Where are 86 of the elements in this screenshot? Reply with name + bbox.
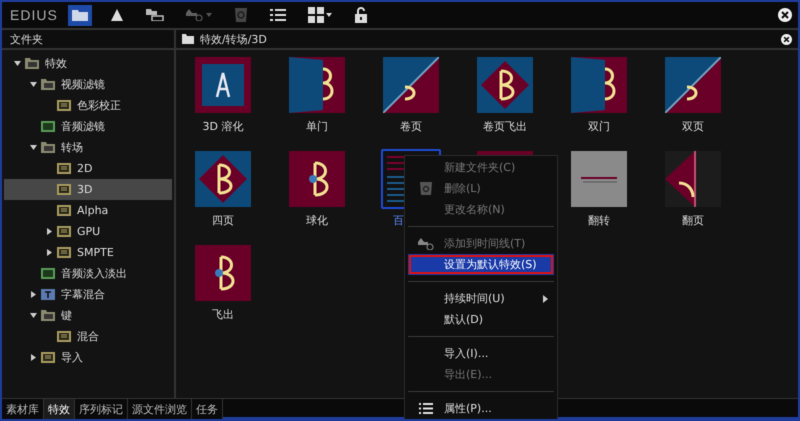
tree-item[interactable]: 字幕混合 [4, 284, 172, 305]
tree-item[interactable]: 视频滤镜 [4, 74, 172, 95]
tree-item[interactable]: SMPTE [4, 242, 172, 263]
effect-item[interactable]: 卷页 [381, 55, 441, 134]
effect-thumbnail [287, 55, 347, 115]
effect-folder-icon [57, 184, 71, 195]
effect-item[interactable]: 单门 [287, 55, 347, 134]
effect-thumbnail [663, 55, 723, 115]
menu-item[interactable]: 默认(D) [408, 309, 554, 330]
folder-network-icon [146, 9, 164, 21]
caret-icon [206, 13, 212, 17]
tab[interactable]: 特效 [44, 399, 75, 419]
pane-title: 文件夹 [10, 32, 43, 46]
tree-item[interactable]: 色彩校正 [4, 95, 172, 116]
effect-folder-icon [57, 331, 71, 342]
effect-item[interactable]: 翻转 [569, 149, 629, 228]
tree-item[interactable]: 3D [4, 179, 172, 200]
effect-thumbnail [193, 55, 253, 115]
expanded-arrow-icon[interactable] [30, 312, 37, 319]
tree-item[interactable]: Alpha [4, 200, 172, 221]
folder-path: 特效/转场/3D [200, 32, 267, 46]
effect-thumbnail [287, 149, 347, 209]
tree-item[interactable]: 音频滤镜 [4, 116, 172, 137]
effect-folder-icon [57, 205, 71, 216]
title-effect-icon [41, 289, 55, 300]
collapsed-arrow-icon[interactable] [30, 354, 37, 361]
lock-icon [354, 7, 367, 23]
effect-folder-icon [57, 247, 71, 258]
effect-item[interactable]: 翻页 [663, 149, 723, 228]
effect-item[interactable]: 卷页飞出 [475, 55, 535, 134]
folder-icon [72, 9, 88, 21]
add-clip-icon [418, 238, 434, 250]
audio-effect-icon [41, 268, 55, 279]
menu-item[interactable]: 导入(I)... [408, 343, 554, 364]
trash-icon [420, 182, 432, 195]
folder-icon [25, 58, 39, 69]
tree-item[interactable]: 混合 [4, 326, 172, 347]
add-clip-icon [186, 9, 204, 21]
effect-thumbnail [569, 149, 629, 209]
collapsed-arrow-icon[interactable] [46, 228, 53, 235]
folder-icon [182, 34, 194, 44]
expanded-arrow-icon[interactable] [30, 81, 37, 88]
effect-thumbnail [475, 55, 535, 115]
tree-item[interactable]: GPU [4, 221, 172, 242]
collapsed-arrow-icon[interactable] [46, 249, 53, 256]
menu-item[interactable]: 属性(P)... [408, 398, 554, 419]
triangle-icon [110, 9, 123, 21]
menu-item[interactable]: 持续时间(U) [408, 288, 554, 309]
effect-folder-icon [57, 163, 71, 174]
effect-item[interactable]: 飞出 [193, 243, 253, 322]
folder-icon [41, 310, 55, 321]
effect-thumbnail [193, 149, 253, 209]
audio-effect-icon [41, 121, 55, 132]
tree-item[interactable]: 键 [4, 305, 172, 326]
effect-folder-icon [57, 226, 71, 237]
effect-thumbnail [381, 55, 441, 115]
grid-icon [308, 7, 324, 23]
tree-item[interactable]: 特效 [4, 53, 172, 74]
menu-item[interactable]: 设置为默认特效(S) [408, 254, 554, 275]
collapsed-arrow-icon[interactable] [30, 291, 37, 298]
close-icon[interactable] [781, 34, 792, 44]
effect-thumbnail [193, 243, 253, 303]
tree-item[interactable]: 导入 [4, 347, 172, 368]
effect-thumbnail [569, 55, 629, 115]
tree-item[interactable]: 2D [4, 158, 172, 179]
effect-folder-icon [41, 352, 55, 363]
tree-item[interactable]: 转场 [4, 137, 172, 158]
folder-icon [41, 142, 55, 153]
folder-button[interactable] [68, 4, 92, 26]
effect-folder-icon [57, 100, 71, 111]
effect-item[interactable]: 3D 溶化 [193, 55, 253, 134]
expanded-arrow-icon[interactable] [14, 60, 21, 67]
effect-item[interactable]: 四页 [193, 149, 253, 228]
effect-item[interactable]: 双门 [569, 55, 629, 134]
effect-item[interactable]: 球化 [287, 149, 347, 228]
close-icon[interactable] [778, 8, 792, 22]
effect-thumbnail [663, 149, 723, 209]
list-icon [419, 403, 433, 414]
expanded-arrow-icon[interactable] [30, 144, 37, 151]
caret-icon [326, 13, 332, 17]
tree-item[interactable]: 音频淡入淡出 [4, 263, 172, 284]
list-icon [270, 9, 286, 21]
trash-icon [234, 8, 247, 22]
app-logo: EDIUS [10, 7, 58, 23]
folder-icon [41, 79, 55, 90]
effect-item[interactable]: 双页 [663, 55, 723, 134]
